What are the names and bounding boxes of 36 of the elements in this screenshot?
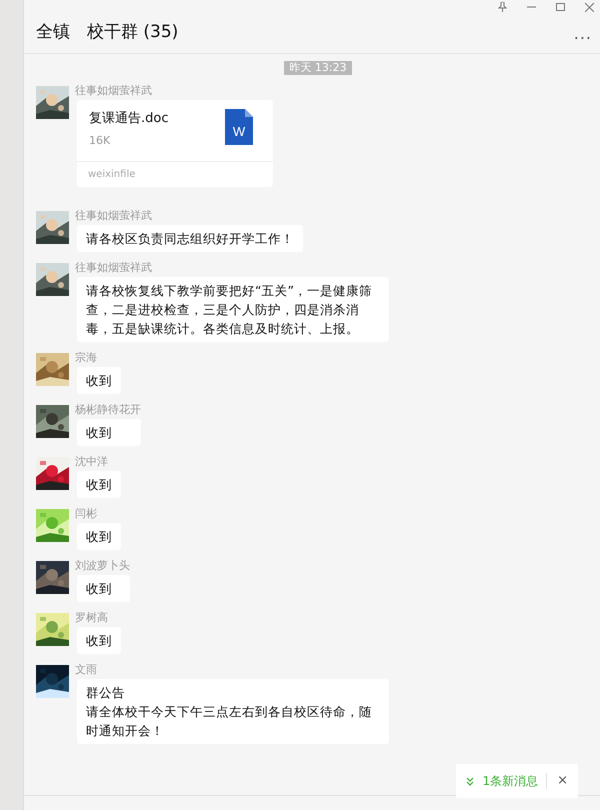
sender-name: 罗树高 [75,611,109,624]
file-name: 复课通告.doc [89,110,168,128]
sender-name: 往事如烟萤祥武 [75,209,153,222]
message-bubble: 收到 [77,523,121,550]
message-bubble: 请各校区负责同志组织好开学工作！ [77,225,303,252]
file-source: weixinfile [77,161,273,187]
message-bubble: 收到 [77,367,121,394]
notice-title: 群公告 [86,684,126,702]
sender-name: 杨彬静待花开 [75,403,141,416]
sender-name: 闫彬 [75,507,98,520]
chevron-down-icon [466,776,474,786]
new-message-label: 1条新消息 [482,773,538,790]
close-icon[interactable] [585,2,594,12]
notice-bubble[interactable]: 群公告 请全体校干今天下午三点左右到各自校区待命，随时通知开会！ [77,679,389,744]
notice-text: 请全体校干今天下午三点左右到各自校区待命，随时通知开会！ [86,703,373,740]
message-bubble: 请各校恢复线下教学前要把好“五关”，一是健康筛查，二是进校检查，三是个人防护，四是消杀消毒，五是缺课统计。各类信息及时统计、上报。 [77,277,389,342]
close-button[interactable]: × [546,773,568,789]
more-button[interactable]: ... [574,22,592,46]
file-card[interactable]: 复课通告.doc 16K W weixinfile [77,100,273,187]
message-bubble: 收到 [77,419,141,446]
message-bubble: 收到 [77,471,121,498]
file-size: 16K [89,132,112,148]
message-bubble: 收到 [77,627,121,654]
chat-title: 全镇 校干群 (35) [36,21,178,44]
new-message-toast[interactable]: 1条新消息 × [456,764,578,798]
message-bubble: 收到 [77,575,130,602]
sender-name: 沈中洋 [75,455,109,468]
sender-name: 刘波萝卜头 [75,559,130,572]
sender-name: 文雨 [75,663,98,676]
sender-name: 宗海 [75,351,98,364]
timestamp: 昨天 13:23 [284,61,352,75]
maximize-icon[interactable] [556,2,565,12]
sender-name: 往事如烟萤祥武 [75,84,153,97]
word-file-icon: W [225,109,253,145]
pin-icon[interactable] [498,2,507,12]
sender-name: 往事如烟萤祥武 [75,261,153,274]
